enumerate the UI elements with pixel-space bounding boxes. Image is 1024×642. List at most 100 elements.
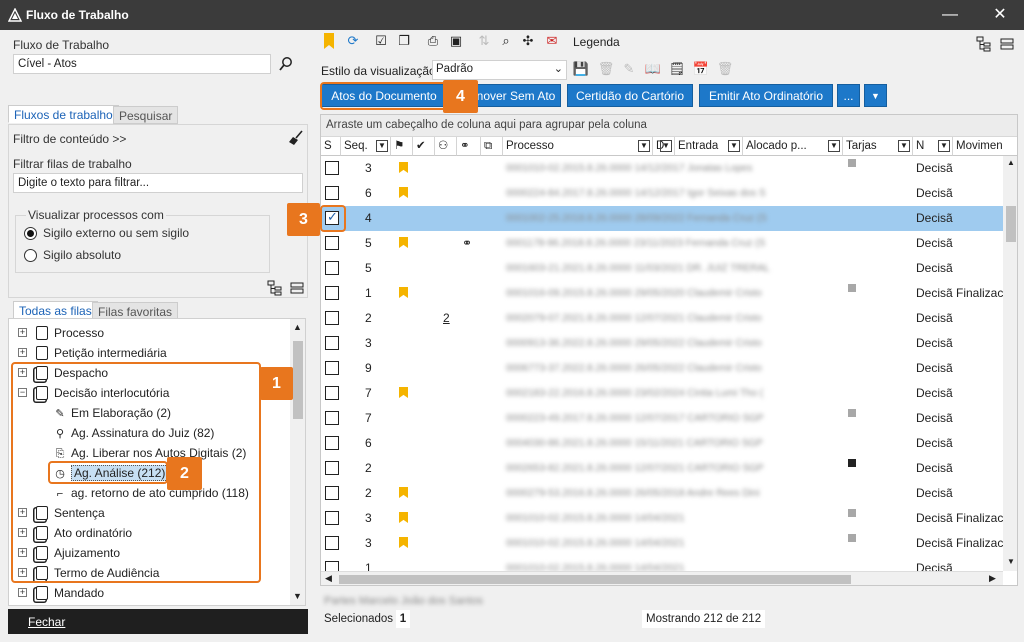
flag-icon bbox=[399, 162, 408, 173]
broom-icon[interactable] bbox=[288, 130, 304, 146]
save-queue-icon[interactable]: ▣ bbox=[447, 32, 465, 50]
refresh-icon[interactable]: ⟳ bbox=[344, 32, 362, 50]
row-checkbox[interactable] bbox=[325, 336, 339, 350]
row-checkbox[interactable] bbox=[325, 486, 339, 500]
scroll-left-icon[interactable]: ◀ bbox=[325, 573, 332, 584]
col-header-processo[interactable]: Processo ▼ bbox=[503, 137, 653, 156]
scroll-down-icon[interactable]: ▼ bbox=[1007, 557, 1015, 566]
save-view-icon[interactable]: 💾 bbox=[572, 60, 590, 78]
table-row[interactable]: 2 0000279-53.2016.8.26.0000 26/05/2018 An… bbox=[321, 481, 1003, 506]
tab-fluxos[interactable]: Fluxos de trabalho bbox=[8, 105, 119, 123]
row-checkbox[interactable] bbox=[325, 261, 339, 275]
scroll-up-icon[interactable]: ▲ bbox=[1007, 158, 1015, 167]
row-checkbox[interactable] bbox=[325, 286, 339, 300]
table-row[interactable]: 6 0004030-86.2021.8.26.0000 15/11/2021 CA… bbox=[321, 431, 1003, 456]
col-header-entrada[interactable]: Entrada ▼ bbox=[675, 137, 743, 156]
tree-collapse-icon[interactable] bbox=[290, 281, 304, 295]
row-checkbox[interactable] bbox=[325, 561, 339, 571]
radio-absolute[interactable] bbox=[24, 249, 37, 262]
radio-external[interactable] bbox=[24, 227, 37, 240]
copy-icon[interactable]: ❐ bbox=[395, 32, 413, 50]
row-checkbox[interactable] bbox=[325, 236, 339, 250]
table-row[interactable]: 3 0001010-02.2015.8.26.0000 14/12/2017 Jo… bbox=[321, 156, 1003, 181]
search-icon[interactable] bbox=[278, 56, 294, 72]
close-window-button[interactable]: ✕ bbox=[980, 4, 1020, 26]
flag-icon[interactable] bbox=[324, 33, 334, 49]
col-header-check[interactable]: ✔ bbox=[413, 137, 435, 156]
search-process-icon[interactable]: ⌕ bbox=[497, 32, 515, 50]
row-checkbox[interactable] bbox=[325, 461, 339, 475]
col-header-flag[interactable]: ⚑ bbox=[391, 137, 413, 156]
link-icon[interactable]: ✣ bbox=[519, 32, 537, 50]
more-actions-button[interactable]: ... bbox=[837, 84, 860, 107]
grid-hscroll[interactable]: ◀ ▶ bbox=[321, 571, 1003, 585]
layout-rows-icon[interactable] bbox=[1000, 37, 1014, 51]
scroll-up-icon[interactable]: ▲ bbox=[293, 322, 302, 332]
col-header-alocado[interactable]: Alocado p... ▼ bbox=[743, 137, 843, 156]
col-header-s[interactable]: S bbox=[321, 137, 341, 156]
scroll-thumb[interactable] bbox=[293, 341, 303, 419]
table-row[interactable]: 3 0000913-36.2022.8.26.0000 29/05/2022 Cl… bbox=[321, 331, 1003, 356]
scroll-thumb[interactable] bbox=[339, 575, 851, 584]
table-row[interactable]: 3 0001010-02.2015.8.26.0000 14/04/2021 Dec… bbox=[321, 531, 1003, 556]
book-icon[interactable]: 📖 bbox=[644, 60, 662, 78]
row-checkbox[interactable] bbox=[325, 361, 339, 375]
tab-all-queues[interactable]: Todas as filas bbox=[13, 301, 98, 319]
table-row[interactable]: 3 0001010-02.2015.8.26.0000 14/04/2021 Dec… bbox=[321, 506, 1003, 531]
notes-icon[interactable]: 🗒 bbox=[668, 60, 686, 78]
table-row[interactable]: 2 2 0002079-07.2021.8.26.0000 12/07/2021 C… bbox=[321, 306, 1003, 331]
grid-vscroll[interactable]: ▲ ▼ bbox=[1003, 156, 1017, 571]
table-row[interactable]: 7 0000223-49.2017.8.26.0000 12/07/2017 CA… bbox=[321, 406, 1003, 431]
calendar-icon[interactable]: 📅 bbox=[692, 60, 710, 78]
col-header-n[interactable]: N ▼ bbox=[913, 137, 953, 156]
expand-icon[interactable]: + bbox=[18, 588, 27, 597]
table-row[interactable]: 7 0002183-22.2016.8.26.0000 23/02/2024 Ci… bbox=[321, 381, 1003, 406]
col-header-tarjas[interactable]: Tarjas ▼ bbox=[843, 137, 913, 156]
col-header-seq[interactable]: Seq. ▼ bbox=[341, 137, 391, 156]
tree-scrollbar[interactable]: ▲ ▼ bbox=[290, 319, 305, 605]
row-checkbox[interactable] bbox=[325, 411, 339, 425]
emitir-ato-button[interactable]: Emitir Ato Ordinatório bbox=[699, 84, 833, 107]
tree-expand-icon[interactable] bbox=[267, 280, 283, 296]
scroll-down-icon[interactable]: ▼ bbox=[293, 591, 302, 601]
row-checkbox[interactable] bbox=[325, 161, 339, 175]
scroll-thumb[interactable] bbox=[1006, 206, 1016, 242]
col-header-movimento[interactable]: Movimen bbox=[953, 137, 1017, 156]
row-checkbox[interactable] bbox=[325, 536, 339, 550]
layout-tree-icon[interactable] bbox=[976, 36, 992, 52]
table-row[interactable]: 9 0006773-37.2022.8.26.0000 26/05/2022 Cl… bbox=[321, 356, 1003, 381]
table-row[interactable]: 1 0001010-02.2015.8.26.0000 14/04/2021 Dec… bbox=[321, 556, 1003, 571]
check-all-icon[interactable]: ☑ bbox=[372, 32, 390, 50]
col-header-people[interactable]: ⚇ bbox=[435, 137, 457, 156]
close-button[interactable]: Fechar bbox=[28, 615, 65, 629]
scroll-right-icon[interactable]: ▶ bbox=[989, 573, 996, 584]
col-header-link[interactable]: ⚭ bbox=[457, 137, 481, 156]
content-filter-link[interactable]: Filtro de conteúdo >> bbox=[13, 132, 126, 146]
count-link[interactable]: 2 bbox=[443, 306, 450, 331]
table-row[interactable]: 4 0001002-25.2018.8.26.0000 28/09/2022 Fe… bbox=[321, 206, 1003, 231]
certidao-cartorio-button[interactable]: Certidão do Cartório bbox=[567, 84, 693, 107]
legend-label[interactable]: Legenda bbox=[573, 35, 620, 49]
col-header-copy[interactable]: ⧉ bbox=[481, 137, 503, 156]
table-row[interactable]: 5 ⚭ 0001178-96.2018.8.26.0000 23/11/2023 F… bbox=[321, 231, 1003, 256]
row-checkbox[interactable] bbox=[325, 386, 339, 400]
expand-icon[interactable]: + bbox=[18, 328, 27, 337]
minimize-button[interactable]: — bbox=[930, 4, 970, 26]
row-checkbox[interactable] bbox=[325, 511, 339, 525]
actions-dropdown-button[interactable]: ▼ bbox=[864, 84, 887, 107]
print-icon[interactable]: ⎙ bbox=[424, 32, 442, 50]
row-checkbox[interactable] bbox=[325, 436, 339, 450]
row-checkbox[interactable] bbox=[325, 186, 339, 200]
row-checkbox[interactable] bbox=[325, 311, 339, 325]
table-row[interactable]: 1 0001016-09.2015.8.26.0000 29/05/2020 Cl… bbox=[321, 281, 1003, 306]
table-row[interactable]: 6 0000224-84.2017.8.26.0000 14/12/2017 Ig… bbox=[321, 181, 1003, 206]
tab-pesquisar[interactable]: Pesquisar bbox=[113, 106, 179, 124]
workflow-field[interactable]: Cível - Atos bbox=[13, 54, 271, 74]
clear-icon[interactable]: ✉ bbox=[543, 32, 561, 50]
table-row[interactable]: 2 0002653-82.2021.8.26.0000 12/07/2021 CA… bbox=[321, 456, 1003, 481]
table-row[interactable]: 5 0001603-21.2021.8.26.0000 11/03/2021 DR… bbox=[321, 256, 1003, 281]
view-style-select[interactable]: Padrão ⌄ bbox=[432, 60, 567, 80]
expand-icon[interactable]: + bbox=[18, 348, 27, 357]
filter-input[interactable]: Digite o texto para filtrar... bbox=[13, 173, 303, 193]
col-header-d[interactable]: D ▼ bbox=[653, 137, 675, 156]
